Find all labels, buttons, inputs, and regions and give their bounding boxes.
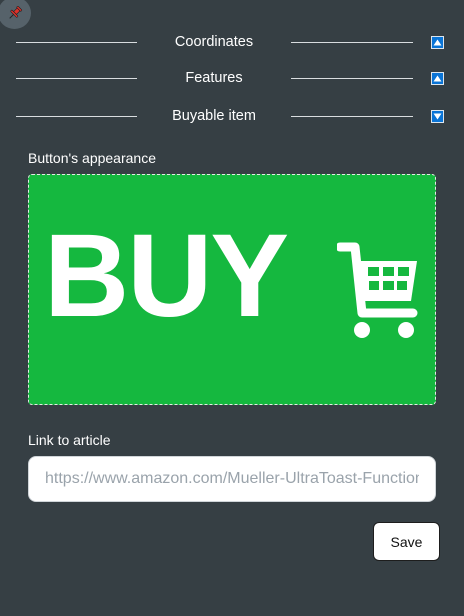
appearance-label: Button's appearance [28,150,156,166]
divider-line [16,42,137,43]
divider-line [16,78,137,79]
divider-line [291,116,413,117]
buy-text: BUY [44,210,289,342]
divider-line [16,116,137,117]
divider-line [291,42,413,43]
section-features[interactable]: Features [16,68,446,90]
collapse-toggle-buyable-item[interactable] [431,110,444,123]
section-title: Features [185,70,243,86]
link-label: Link to article [28,432,111,448]
triangle-up-icon [433,75,442,82]
collapse-toggle-coordinates[interactable] [431,36,444,49]
article-link-input[interactable] [28,456,436,502]
section-buyable-item[interactable]: Buyable item [16,106,446,128]
section-title: Coordinates [174,34,254,50]
collapse-toggle-features[interactable] [431,72,444,85]
button-appearance-preview[interactable]: BUY [28,174,436,405]
triangle-down-icon [433,113,442,120]
section-title: Buyable item [172,108,256,124]
divider-line [291,78,413,79]
pin-button[interactable] [0,0,31,29]
pushpin-icon [7,5,23,21]
save-button[interactable]: Save [373,522,440,561]
shopping-cart-icon [335,241,421,348]
section-coordinates[interactable]: Coordinates [16,32,446,54]
triangle-up-icon [433,39,442,46]
